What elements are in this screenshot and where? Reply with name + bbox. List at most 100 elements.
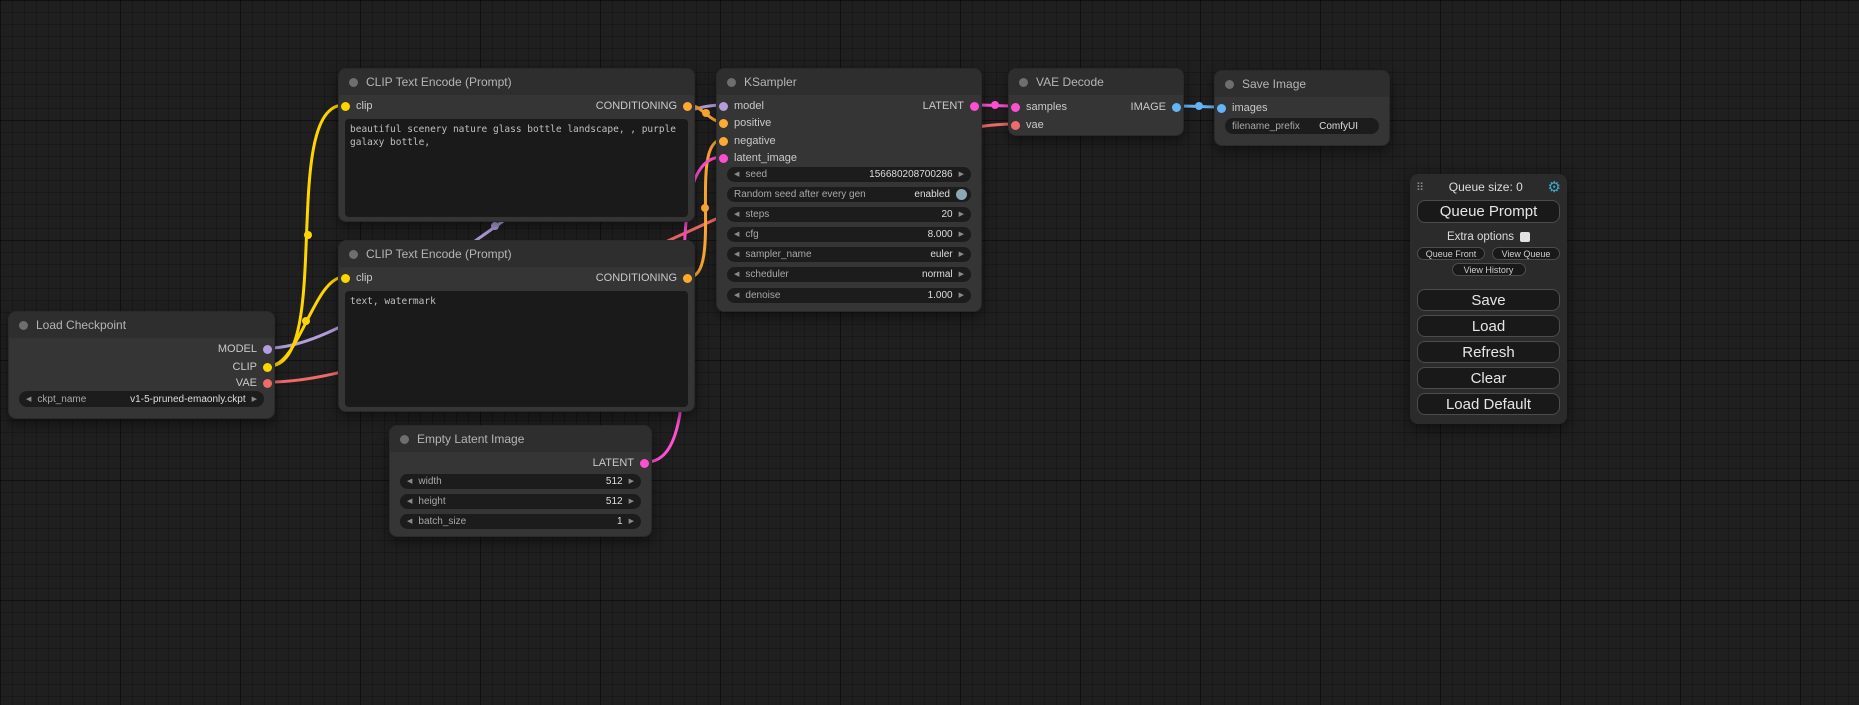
collapse-dot[interactable] xyxy=(349,250,358,259)
node-title-bar[interactable]: VAE Decode xyxy=(1009,69,1183,95)
input-slot-samples[interactable]: samples xyxy=(1011,99,1067,115)
queue-front-button[interactable]: Queue Front xyxy=(1417,247,1485,260)
load-default-button[interactable]: Load Default xyxy=(1417,393,1560,415)
collapse-dot[interactable] xyxy=(1225,80,1234,89)
prompt-textarea[interactable]: beautiful scenery nature glass bottle la… xyxy=(345,119,688,217)
drag-handle-icon[interactable]: ⠿ xyxy=(1416,181,1424,194)
slot-dot[interactable] xyxy=(719,154,728,163)
steps-widget[interactable]: ◀ steps 20 ▶ xyxy=(727,207,971,222)
toggle-indicator[interactable] xyxy=(956,189,967,200)
node-title-bar[interactable]: Load Checkpoint xyxy=(9,312,274,338)
extra-options-checkbox[interactable] xyxy=(1520,232,1530,242)
increment-arrow-icon[interactable]: ▶ xyxy=(252,396,257,403)
slot-dot[interactable] xyxy=(1217,104,1226,113)
filename-prefix-widget[interactable]: filename_prefix ComfyUI xyxy=(1225,118,1379,134)
node-clip-text-encode-negative[interactable]: CLIP Text Encode (Prompt) clip CONDITION… xyxy=(338,240,695,412)
collapse-dot[interactable] xyxy=(19,321,28,330)
width-widget[interactable]: ◀ width 512 ▶ xyxy=(400,474,641,489)
save-button[interactable]: Save xyxy=(1417,289,1560,311)
input-slot-clip[interactable]: clip xyxy=(341,98,373,114)
increment-arrow-icon[interactable]: ▶ xyxy=(959,292,964,299)
height-widget[interactable]: ◀ height 512 ▶ xyxy=(400,494,641,509)
slot-dot[interactable] xyxy=(263,363,272,372)
increment-arrow-icon[interactable]: ▶ xyxy=(629,478,634,485)
decrement-arrow-icon[interactable]: ◀ xyxy=(734,251,739,258)
input-slot-vae[interactable]: vae xyxy=(1011,117,1044,133)
view-queue-button[interactable]: View Queue xyxy=(1492,247,1560,260)
slot-dot[interactable] xyxy=(719,137,728,146)
output-slot-model[interactable]: MODEL xyxy=(218,341,272,357)
sampler-name-widget[interactable]: ◀ sampler_name euler ▶ xyxy=(727,247,971,262)
increment-arrow-icon[interactable]: ▶ xyxy=(959,211,964,218)
collapse-dot[interactable] xyxy=(1019,78,1028,87)
node-clip-text-encode-positive[interactable]: CLIP Text Encode (Prompt) clip CONDITION… xyxy=(338,68,695,222)
output-slot-clip[interactable]: CLIP xyxy=(233,359,272,375)
scheduler-widget[interactable]: ◀ scheduler normal ▶ xyxy=(727,267,971,282)
slot-dot[interactable] xyxy=(719,119,728,128)
queue-prompt-button[interactable]: Queue Prompt xyxy=(1417,200,1560,223)
output-slot-latent[interactable]: LATENT xyxy=(923,98,979,114)
input-slot-model[interactable]: model xyxy=(719,98,764,114)
node-title-bar[interactable]: Empty Latent Image xyxy=(390,426,651,452)
cfg-widget[interactable]: ◀ cfg 8.000 ▶ xyxy=(727,227,971,242)
node-title-bar[interactable]: KSampler xyxy=(717,69,981,95)
slot-dot[interactable] xyxy=(1011,103,1020,112)
node-vae-decode[interactable]: VAE Decode samples vae IMAGE xyxy=(1008,68,1184,136)
seed-widget[interactable]: ◀ seed 156680208700286 ▶ xyxy=(727,167,971,182)
input-slot-clip[interactable]: clip xyxy=(341,270,373,286)
slot-dot[interactable] xyxy=(683,274,692,283)
batch-size-widget[interactable]: ◀ batch_size 1 ▶ xyxy=(400,514,641,529)
refresh-button[interactable]: Refresh xyxy=(1417,341,1560,363)
slot-dot[interactable] xyxy=(263,379,272,388)
decrement-arrow-icon[interactable]: ◀ xyxy=(734,231,739,238)
decrement-arrow-icon[interactable]: ◀ xyxy=(734,271,739,278)
decrement-arrow-icon[interactable]: ◀ xyxy=(734,171,739,178)
node-load-checkpoint[interactable]: Load Checkpoint MODEL CLIP VAE ◀ ckpt_na… xyxy=(8,311,275,419)
node-save-image[interactable]: Save Image images filename_prefix ComfyU… xyxy=(1214,70,1390,146)
collapse-dot[interactable] xyxy=(349,78,358,87)
prompt-textarea[interactable]: text, watermark xyxy=(345,291,688,407)
input-slot-images[interactable]: images xyxy=(1217,100,1267,116)
slot-dot[interactable] xyxy=(640,459,649,468)
slot-dot[interactable] xyxy=(263,345,272,354)
load-button[interactable]: Load xyxy=(1417,315,1560,337)
output-slot-image[interactable]: IMAGE xyxy=(1131,99,1181,115)
clear-button[interactable]: Clear xyxy=(1417,367,1560,389)
slot-dot[interactable] xyxy=(341,102,350,111)
output-slot-conditioning[interactable]: CONDITIONING xyxy=(596,98,692,114)
denoise-widget[interactable]: ◀ denoise 1.000 ▶ xyxy=(727,288,971,303)
input-slot-positive[interactable]: positive xyxy=(719,115,771,131)
increment-arrow-icon[interactable]: ▶ xyxy=(629,518,634,525)
increment-arrow-icon[interactable]: ▶ xyxy=(959,271,964,278)
node-title-bar[interactable]: CLIP Text Encode (Prompt) xyxy=(339,69,694,95)
slot-dot[interactable] xyxy=(341,274,350,283)
node-ksampler[interactable]: KSampler model positive negative latent_… xyxy=(716,68,982,312)
ckpt-name-widget[interactable]: ◀ ckpt_name v1-5-pruned-emaonly.ckpt ▶ xyxy=(19,391,264,407)
slot-dot[interactable] xyxy=(719,102,728,111)
increment-arrow-icon[interactable]: ▶ xyxy=(629,498,634,505)
node-canvas[interactable]: Load Checkpoint MODEL CLIP VAE ◀ ckpt_na… xyxy=(0,0,1859,705)
settings-gear-icon[interactable]: ⚙ xyxy=(1548,180,1561,195)
decrement-arrow-icon[interactable]: ◀ xyxy=(407,498,412,505)
output-slot-conditioning[interactable]: CONDITIONING xyxy=(596,270,692,286)
decrement-arrow-icon[interactable]: ◀ xyxy=(407,518,412,525)
decrement-arrow-icon[interactable]: ◀ xyxy=(26,396,31,403)
increment-arrow-icon[interactable]: ▶ xyxy=(959,171,964,178)
node-title-bar[interactable]: CLIP Text Encode (Prompt) xyxy=(339,241,694,267)
slot-dot[interactable] xyxy=(1011,121,1020,130)
input-slot-latent-image[interactable]: latent_image xyxy=(719,150,797,166)
decrement-arrow-icon[interactable]: ◀ xyxy=(407,478,412,485)
view-history-button[interactable]: View History xyxy=(1452,263,1526,276)
node-title-bar[interactable]: Save Image xyxy=(1215,71,1389,97)
decrement-arrow-icon[interactable]: ◀ xyxy=(734,211,739,218)
slot-dot[interactable] xyxy=(1172,103,1181,112)
input-slot-negative[interactable]: negative xyxy=(719,133,776,149)
random-seed-toggle-widget[interactable]: Random seed after every gen enabled xyxy=(727,187,971,202)
collapse-dot[interactable] xyxy=(727,78,736,87)
slot-dot[interactable] xyxy=(970,102,979,111)
slot-dot[interactable] xyxy=(683,102,692,111)
output-slot-latent[interactable]: LATENT xyxy=(593,455,649,471)
collapse-dot[interactable] xyxy=(400,435,409,444)
output-slot-vae[interactable]: VAE xyxy=(236,375,272,391)
increment-arrow-icon[interactable]: ▶ xyxy=(959,231,964,238)
